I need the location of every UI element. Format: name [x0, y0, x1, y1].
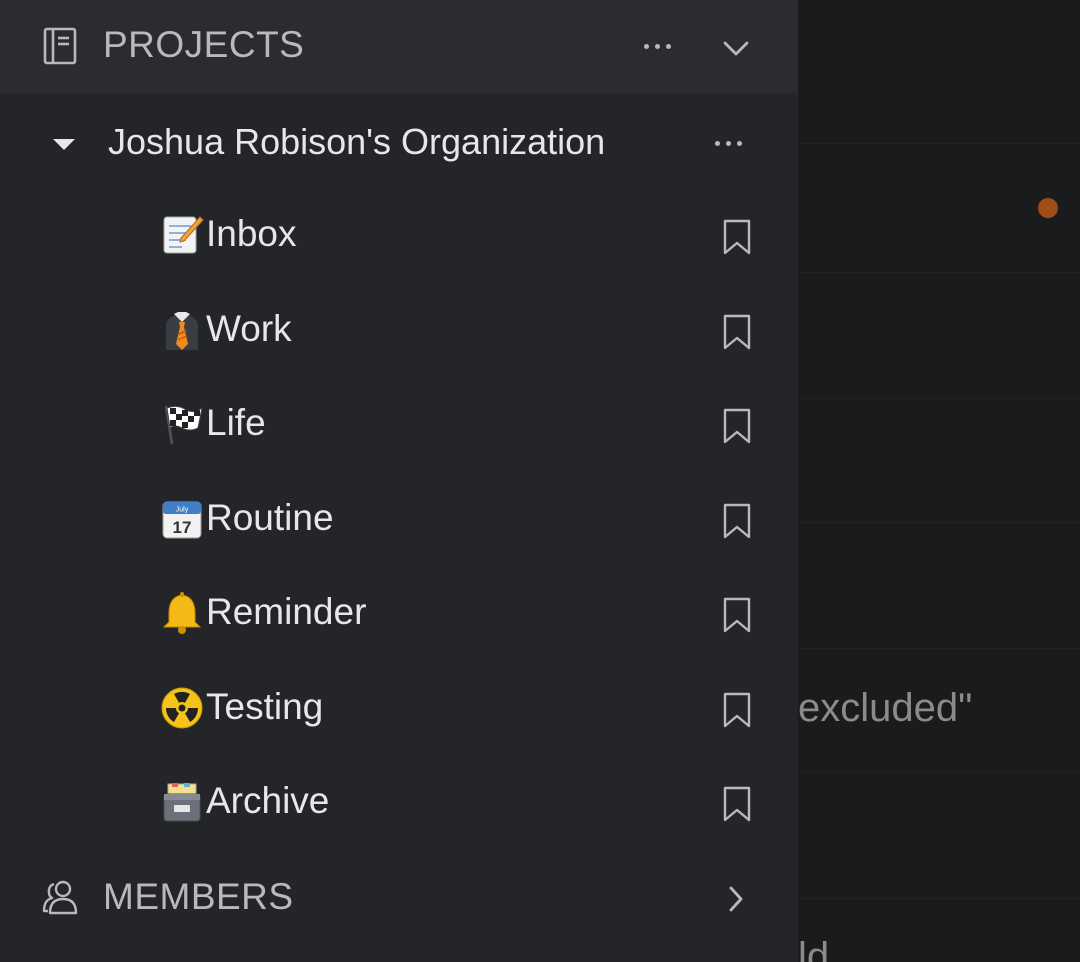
project-label: Life — [206, 402, 266, 443]
divider — [798, 648, 1080, 649]
project-item-routine[interactable]: July 17 Routine — [0, 473, 798, 568]
project-item-testing[interactable]: Testing — [0, 662, 798, 757]
project-label: Routine — [206, 496, 334, 538]
bookmark-icon[interactable] — [722, 597, 752, 633]
projects-section-header[interactable]: PROJECTS — [0, 0, 798, 93]
bookmark-icon[interactable] — [722, 219, 752, 255]
divider — [798, 272, 1080, 273]
divider — [798, 143, 1080, 144]
project-item-reminder[interactable]: Reminder — [0, 567, 798, 662]
notebook-icon — [43, 27, 77, 65]
caret-down-icon[interactable] — [52, 137, 76, 151]
organization-row[interactable]: Joshua Robison's Organization — [0, 95, 798, 189]
divider — [798, 522, 1080, 523]
bookmark-icon[interactable] — [722, 314, 752, 350]
checkered-flag-icon — [164, 405, 203, 445]
project-label: Testing — [206, 685, 324, 727]
chevron-right-icon[interactable] — [726, 884, 746, 914]
calendar-icon: July 17 — [162, 501, 202, 538]
organization-name: Joshua Robison's Organization — [108, 121, 606, 162]
projects-more-icon[interactable] — [644, 44, 671, 49]
project-label: Work — [206, 307, 292, 349]
svg-text:17: 17 — [173, 518, 192, 537]
project-item-work[interactable]: Work — [0, 284, 798, 379]
divider — [798, 898, 1080, 899]
bookmark-icon[interactable] — [722, 692, 752, 728]
bell-icon — [162, 592, 202, 634]
bookmark-icon[interactable] — [722, 786, 752, 822]
navigation-drawer: PROJECTS Joshua Robison's Organization I… — [0, 0, 798, 962]
radioactive-icon — [161, 687, 203, 728]
card-file-box-icon — [163, 783, 201, 822]
project-item-life[interactable]: Life — [0, 378, 798, 473]
divider — [798, 398, 1080, 399]
necktie-icon — [166, 311, 198, 350]
project-item-inbox[interactable]: Inbox — [0, 189, 798, 284]
main-content-backdrop[interactable]: excluded" ld — [798, 0, 1080, 962]
members-section-header[interactable]: MEMBERS — [0, 852, 798, 946]
project-label: Archive — [206, 780, 330, 821]
bookmark-icon[interactable] — [722, 408, 752, 444]
status-dot — [1038, 198, 1058, 218]
chevron-down-icon[interactable] — [722, 36, 750, 60]
project-list: Inbox Work Life July 17 Routine Reminder… — [0, 189, 798, 851]
divider — [798, 772, 1080, 773]
organization-more-icon[interactable] — [715, 141, 742, 146]
project-label: Inbox — [206, 213, 297, 254]
members-title: MEMBERS — [103, 876, 294, 917]
project-label: Reminder — [206, 591, 367, 632]
people-icon — [42, 880, 78, 915]
memo-icon — [163, 216, 204, 254]
project-item-archive[interactable]: Archive — [0, 756, 798, 851]
projects-title: PROJECTS — [103, 24, 305, 65]
background-text-partial: ld — [798, 935, 830, 962]
bookmark-icon[interactable] — [722, 503, 752, 539]
svg-text:July: July — [176, 506, 189, 513]
background-text: excluded" — [798, 686, 973, 730]
